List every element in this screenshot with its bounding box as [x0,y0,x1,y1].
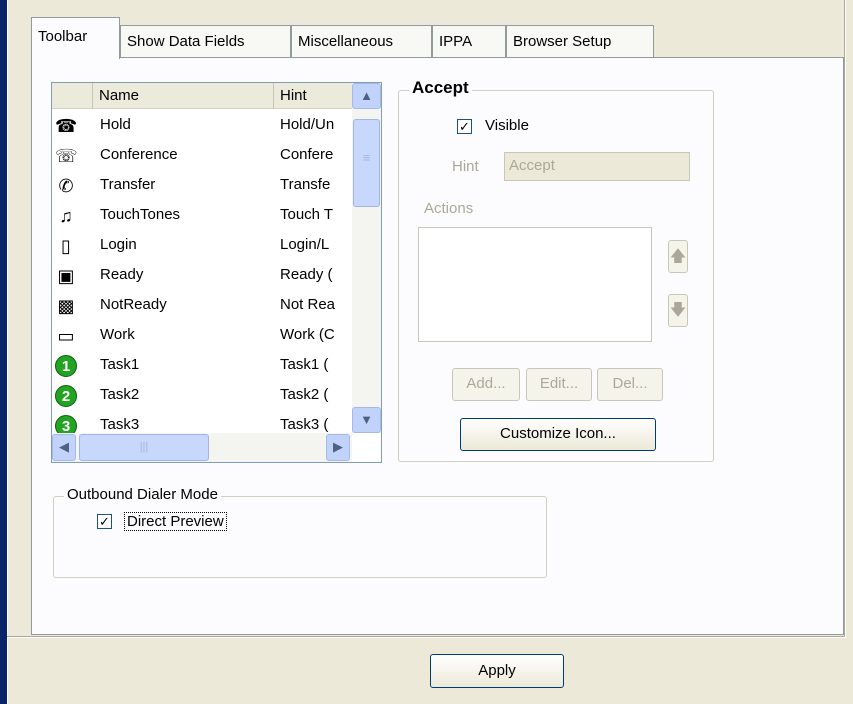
panel-right-edge [844,0,846,638]
list-item[interactable]: ☏ Conference Confere [52,141,352,171]
hint-label: Hint [452,158,479,175]
list-item-hint: Login/L [280,236,330,253]
list-item[interactable]: ♫ TouchTones Touch T [52,201,352,231]
list-item-name: Task1 [100,356,140,373]
list-item-name: Work [100,326,135,343]
conference-icon: ☏ [55,146,78,166]
scroll-left-icon[interactable]: ◀ [52,434,76,461]
list-item-name: Transfer [100,176,156,193]
move-up-icon[interactable]: 🡅 [668,240,688,273]
list-item-name: NotReady [100,296,167,313]
horizontal-scroll-thumb[interactable]: ||| [79,434,209,461]
list-item-hint: Transfe [280,176,331,193]
list-item-name: Conference [100,146,178,163]
notready-icon: ▩ [57,296,75,316]
list-item-name: Ready [100,266,144,283]
actions-label: Actions [424,200,474,217]
list-item-hint: Work (C [280,326,335,343]
separator-line [7,636,845,638]
window-left-border [0,0,7,704]
add-action-button[interactable]: Add... [452,368,520,401]
toolbar-buttons-list[interactable]: Name Hint ☎ Hold Hold/Un ☏ Conference Confere… [51,82,382,463]
tab-miscellaneous[interactable]: Miscellaneous [291,25,432,58]
visible-checkbox[interactable]: ✓ [457,119,472,134]
list-item[interactable]: 2 Task2 Task2 ( [52,381,352,411]
touchtones-icon: ♫ [59,206,73,226]
accept-group-title: Accept [409,78,472,98]
direct-preview-label: Direct Preview [124,512,227,531]
delete-action-button[interactable]: Del... [597,368,663,401]
list-item[interactable]: 1 Task1 Task1 ( [52,351,352,381]
list-item-hint: Ready ( [280,266,333,283]
list-item-hint: Task3 ( [280,416,329,433]
tab-browser-setup[interactable]: Browser Setup [506,25,654,58]
move-down-icon[interactable]: 🡇 [668,294,688,327]
scroll-up-icon[interactable]: ▲ [352,83,381,109]
actions-list[interactable] [418,227,652,342]
list-item-hint: Task2 ( [280,386,329,403]
hold-icon: ☎ [55,116,78,136]
tab-label: Show Data Fields [127,33,245,50]
vertical-scrollbar[interactable]: ▲ ≡ ▼ [352,83,381,433]
horizontal-scrollbar[interactable]: ◀ ||| ▶ [52,433,352,462]
tab-label: IPPA [439,33,473,50]
tab-ippa[interactable]: IPPA [432,25,506,58]
tab-label: Miscellaneous [298,33,394,50]
list-item-name: TouchTones [100,206,181,223]
list-item[interactable]: ☎ Hold Hold/Un [52,111,352,141]
visible-label: Visible [485,117,529,134]
list-item-hint: Touch T [280,206,334,223]
ready-icon: ▣ [57,266,75,286]
list-item-name: Task2 [100,386,140,403]
column-label: Name [99,87,140,104]
icon-column-header[interactable] [52,83,93,109]
list-rows: ☎ Hold Hold/Un ☏ Conference Confere ✆ Transfer T… [52,111,352,441]
list-item-hint: Confere [280,146,334,163]
hint-column-header[interactable]: Hint [274,83,352,109]
list-item-name: Login [100,236,137,253]
direct-preview-checkbox[interactable]: ✓ [97,514,112,529]
list-item[interactable]: ▯ Login Login/L [52,231,352,261]
vertical-scroll-thumb[interactable]: ≡ [353,119,380,207]
tab-toolbar[interactable]: Toolbar [31,17,120,59]
column-label: Hint [280,87,307,104]
customize-icon-button[interactable]: Customize Icon... [460,418,656,451]
scroll-right-icon[interactable]: ▶ [326,434,350,461]
list-item-hint: Not Rea [280,296,336,313]
list-item[interactable]: ▣ Ready Ready ( [52,261,352,291]
tab-show-data-fields[interactable]: Show Data Fields [120,25,291,58]
list-item-hint: Task1 ( [280,356,329,373]
tab-label: Browser Setup [513,33,612,50]
login-icon: ▯ [61,236,71,256]
list-item[interactable]: ✆ Transfer Transfe [52,171,352,201]
list-item-hint: Hold/Un [280,116,335,133]
transfer-icon: ✆ [58,176,74,196]
name-column-header[interactable]: Name [93,83,274,109]
task1-icon: 1 [55,355,77,377]
outbound-dialer-title: Outbound Dialer Mode [64,486,221,503]
list-item[interactable]: ▭ Work Work (C [52,321,352,351]
tab-label: Toolbar [38,28,88,45]
list-item[interactable]: ▩ NotReady Not Rea [52,291,352,321]
edit-action-button[interactable]: Edit... [526,368,592,401]
outbound-dialer-group: Outbound Dialer Mode [53,486,547,578]
list-item-name: Hold [100,116,131,133]
apply-button[interactable]: Apply [430,654,564,688]
list-header: Name Hint [52,83,352,109]
task2-icon: 2 [55,385,77,407]
scroll-down-icon[interactable]: ▼ [352,407,381,433]
hint-field[interactable]: Accept [504,152,690,181]
list-item-name: Task3 [100,416,140,433]
work-icon: ▭ [57,326,75,346]
